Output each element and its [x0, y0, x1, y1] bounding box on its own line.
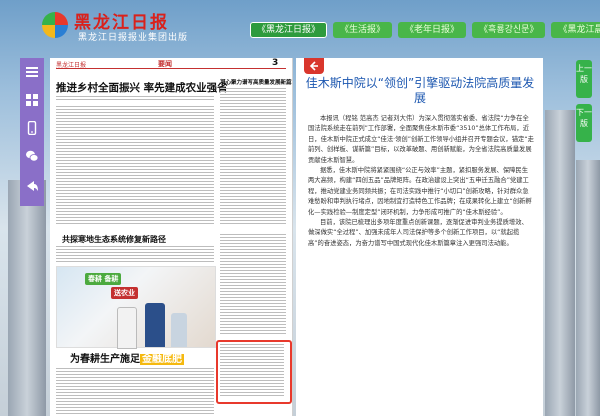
article-paragraph: 目前，该院已梳理出多项年度重点创新课题，逐渐促进审判业务提质增效、做深做实“全过…	[308, 219, 528, 247]
tab-senior-daily[interactable]: 《老年日报》	[398, 22, 467, 38]
photo-tag: 送农业	[111, 287, 138, 299]
next-page-button[interactable]: 下一版	[576, 104, 592, 142]
building-3	[576, 160, 600, 416]
article-text-block-2	[220, 88, 286, 224]
grid-icon	[26, 94, 38, 106]
article-panel: 佳木斯中院以“领创”引擎驱动法院高质量发展 本报讯（程铭 范高杰 记者刘大伟）为…	[296, 58, 543, 416]
farm-photo[interactable]: 春耕 备耕 送农业	[56, 266, 216, 349]
article-title: 佳木斯中院以“领创”引擎驱动法院高质量发展	[305, 76, 535, 105]
tab-heilongjiang-daily[interactable]: 《黑龙江日报》	[250, 22, 328, 38]
grid-button[interactable]	[20, 86, 44, 114]
article-text-block-1	[56, 106, 214, 224]
person-figure	[117, 307, 137, 349]
selected-article-highlight[interactable]	[216, 340, 292, 404]
mobile-button[interactable]	[20, 114, 44, 142]
article-text-block-3	[56, 246, 214, 262]
article-paragraph: 据悉，佳木斯中院将紧紧围绕“公正与效率”主题，紧扣服务发展、保障民生两大高频，构…	[308, 167, 532, 216]
headline-spring-plowing-highlight: 金融底肥	[140, 354, 184, 365]
person-figure	[145, 303, 165, 347]
headline-high-quality[interactable]: 凝心聚力谱写高质量发展新篇章	[220, 78, 292, 86]
tab-morning-post[interactable]: 《黑龙江晨报》	[551, 22, 600, 38]
subtitle-lines	[56, 96, 214, 102]
tab-korean-news[interactable]: 《흑룡강신문》	[472, 22, 546, 38]
headline-spring-plowing[interactable]: 为春耕生产施足 金融底肥	[70, 350, 184, 365]
building-1	[8, 180, 46, 416]
person-figure	[171, 313, 187, 347]
article-text-block-4	[220, 234, 286, 334]
building-2	[545, 110, 575, 416]
article-body: 本报讯（程铭 范高杰 记者刘大伟）为深入贯彻落实省委、省法院“力争在全国法院系统…	[308, 114, 534, 249]
logo-icon	[42, 12, 68, 38]
back-button[interactable]	[304, 58, 324, 74]
tab-life-daily[interactable]: 《生活报》	[333, 22, 393, 38]
headline-rural-revitalization[interactable]: 推进乡村全面振兴 率先建成农业强省	[56, 80, 228, 95]
share-icon	[27, 181, 38, 191]
newspaper-page[interactable]: 黑龙江日报 要闻 3 推进乡村全面振兴 率先建成农业强省 凝心聚力谱写高质量发展…	[50, 58, 293, 416]
photo-caption: 春耕 备耕	[85, 273, 122, 285]
brand-subtitle: 黑龙江日报报业集团出版	[78, 33, 189, 43]
wechat-icon	[26, 150, 39, 162]
article-paragraph: 本报讯（程铭 范高杰 记者刘大伟）为深入贯彻落实省委、省法院“力争在全国法院系统…	[308, 115, 534, 164]
prev-page-button[interactable]: 上一版	[576, 60, 592, 98]
paper-rule	[56, 68, 286, 69]
wechat-button[interactable]	[20, 142, 44, 170]
list-button[interactable]	[20, 58, 44, 86]
back-arrow-icon	[309, 61, 318, 71]
mobile-icon	[27, 121, 37, 135]
headline-spring-plowing-text: 为春耕生产施足	[70, 354, 140, 365]
paper-tabs: 《黑龙江日报》 《生活报》 《老年日报》 《흑룡강신문》 《黑龙江晨报》	[250, 22, 600, 38]
paper-page-number: 3	[272, 58, 279, 68]
list-icon	[26, 67, 38, 77]
headline-ecosystem[interactable]: 共探寒地生态系统修复新路径	[62, 234, 166, 245]
share-button[interactable]	[20, 172, 44, 200]
article-text-block-5	[56, 368, 214, 414]
